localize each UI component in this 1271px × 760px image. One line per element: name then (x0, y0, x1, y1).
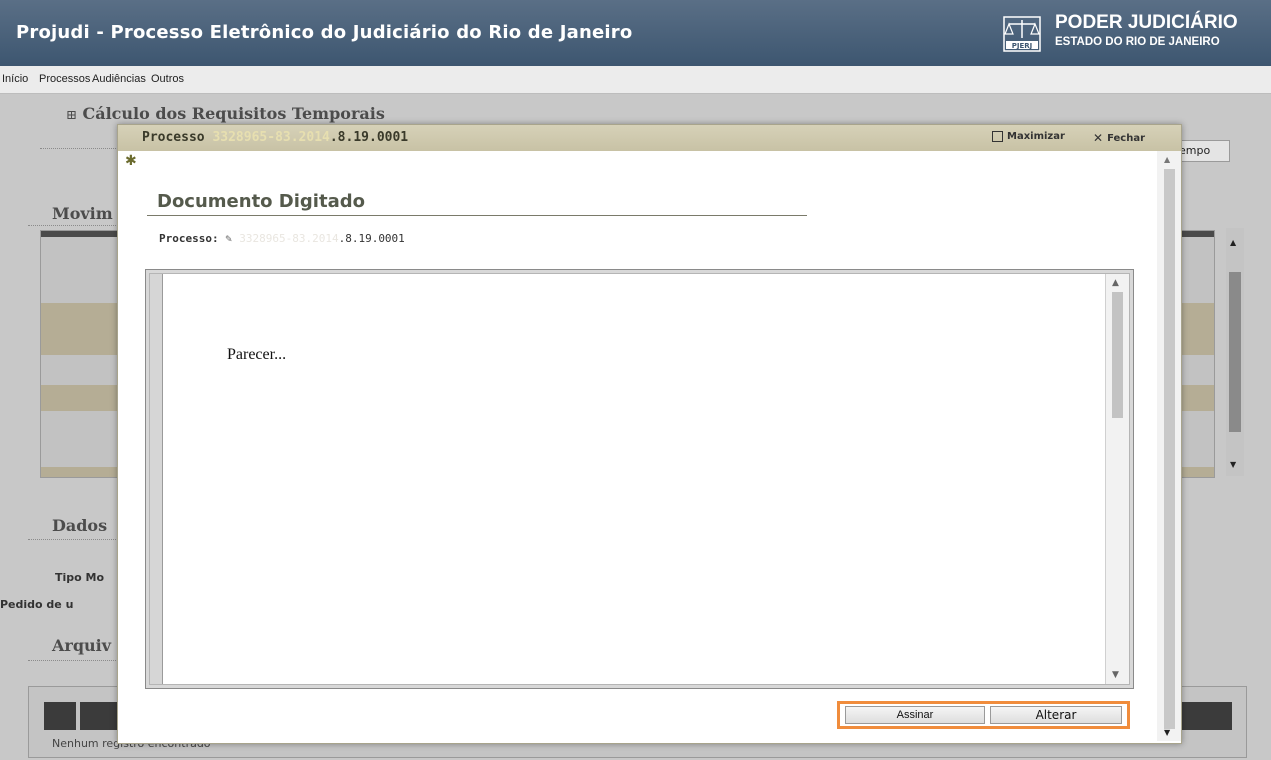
divider (40, 148, 120, 149)
scroll-up-icon[interactable]: ▲ (1230, 238, 1236, 247)
action-buttons-highlight: Assinar Alterar (837, 701, 1130, 729)
heading-underline (147, 215, 807, 216)
table-header-cell (44, 702, 76, 730)
app-title: Projudi - Processo Eletrônico do Judiciá… (16, 22, 633, 43)
main-menu: Início Processos Audiências Outros (0, 66, 1271, 94)
brand-subtitle: ESTADO DO RIO DE JANEIRO (1055, 36, 1220, 48)
scroll-down-icon[interactable]: ▼ (1164, 728, 1170, 737)
modal-title: Processo 3328965-83.2014.8.19.0001 (142, 130, 409, 145)
bug-icon: ✱ (125, 153, 137, 169)
scroll-down-icon[interactable]: ▼ (1230, 460, 1236, 469)
scroll-up-icon[interactable]: ▲ (1112, 278, 1119, 288)
maximize-button[interactable]: Maximizar (992, 131, 1065, 142)
document-editor-frame: Parecer... ▲ ▼ (145, 269, 1134, 689)
pedido-label: Pedido de u (0, 598, 74, 611)
document-modal: Processo 3328965-83.2014.8.19.0001 Maxim… (117, 124, 1182, 744)
table-header-cell (1180, 702, 1232, 730)
close-icon: ✕ (1093, 131, 1104, 145)
dados-heading: Dados (52, 516, 108, 535)
brand-block: PJERJ PODER JUDICIÁRIO ESTADO DO RIO DE … (1003, 10, 1265, 56)
table-scrollbar[interactable]: ▲ ▼ (1226, 228, 1244, 476)
document-editor[interactable]: Parecer... ▲ ▼ (149, 273, 1130, 685)
scroll-thumb[interactable] (1229, 272, 1241, 432)
processo-line: Processo: ✎ 3328965-83.2014.8.19.0001 (159, 232, 405, 245)
calc-heading[interactable]: ⊞ Cálculo dos Requisitos Temporais (66, 104, 385, 123)
close-button[interactable]: ✕ Fechar (1093, 131, 1145, 145)
svg-text:PJERJ: PJERJ (1012, 42, 1033, 50)
table-header-cell (80, 702, 120, 730)
scroll-down-icon[interactable]: ▼ (1112, 670, 1119, 680)
brand-title: PODER JUDICIÁRIO (1055, 12, 1238, 33)
editor-margin (150, 274, 163, 684)
document-heading: Documento Digitado (157, 191, 365, 212)
modal-scrollbar[interactable]: ▲ ▼ (1157, 151, 1181, 741)
app-header: Projudi - Processo Eletrônico do Judiciá… (0, 0, 1271, 66)
divider (28, 660, 118, 661)
scales-of-justice-logo-icon: PJERJ (1003, 16, 1041, 52)
editor-scrollbar[interactable]: ▲ ▼ (1105, 274, 1129, 684)
document-text[interactable]: Parecer... (227, 346, 286, 364)
divider (28, 539, 118, 540)
scroll-thumb[interactable] (1164, 169, 1175, 729)
movim-heading: Movim (52, 204, 113, 223)
menu-item-processos[interactable]: Processos (39, 73, 90, 85)
expand-icon[interactable]: ⊞ (66, 108, 77, 123)
redacted-process-number: 3328965-83.2014 (212, 130, 330, 145)
menu-item-audiencias[interactable]: Audiências (92, 73, 146, 85)
arquiv-heading: Arquiv (52, 636, 112, 655)
tipo-label: Tipo Mo (55, 571, 105, 584)
edit-button[interactable]: Alterar (990, 706, 1122, 724)
pencil-icon: ✎ (225, 232, 232, 245)
menu-item-outros[interactable]: Outros (151, 73, 184, 85)
scroll-thumb[interactable] (1112, 292, 1123, 418)
sign-button[interactable]: Assinar (845, 706, 985, 724)
menu-item-inicio[interactable]: Início (2, 73, 28, 85)
redacted-process-number: 3328965-83.2014 (239, 232, 339, 245)
divider (28, 225, 118, 226)
scroll-up-icon[interactable]: ▲ (1164, 155, 1170, 164)
maximize-icon (992, 131, 1003, 142)
modal-titlebar[interactable]: Processo 3328965-83.2014.8.19.0001 Maxim… (118, 125, 1181, 151)
